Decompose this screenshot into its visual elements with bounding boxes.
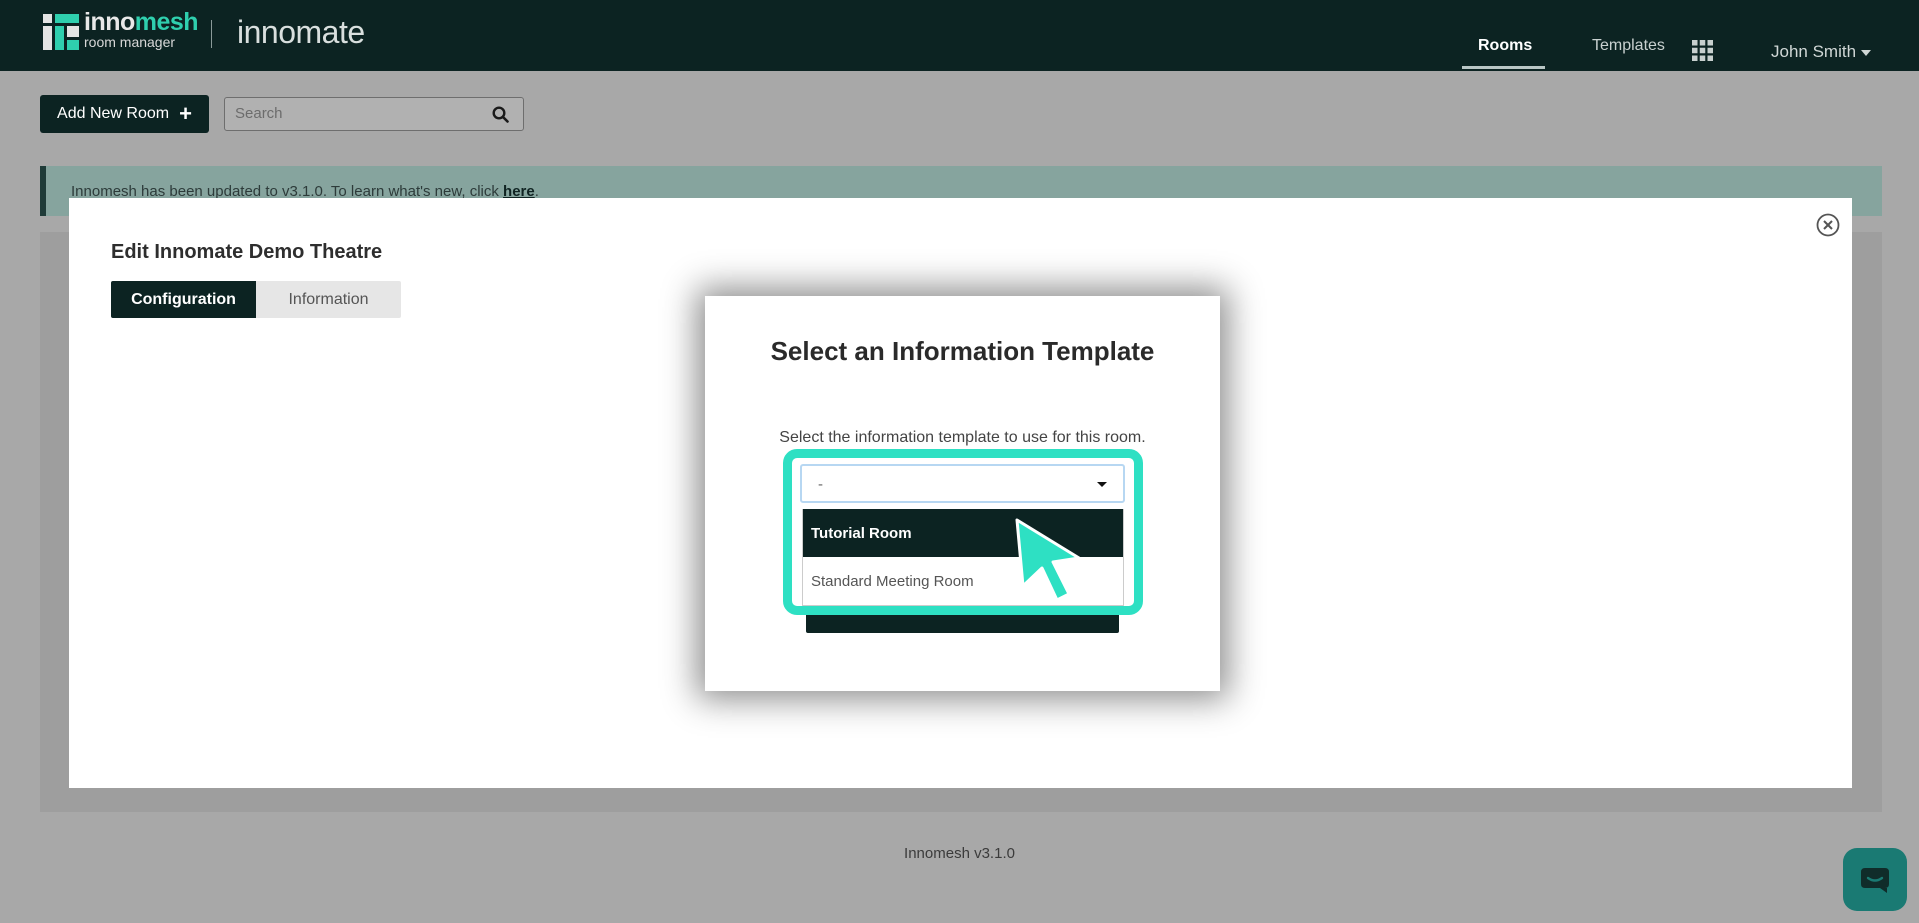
tutorial-cursor-icon xyxy=(1015,518,1081,602)
user-menu[interactable]: John Smith xyxy=(1771,42,1872,62)
nav-rooms[interactable]: Rooms xyxy=(1478,37,1532,55)
logo-brand-part2: mesh xyxy=(134,8,199,36)
nav-templates[interactable]: Templates xyxy=(1592,37,1665,55)
add-new-room-button[interactable]: Add New Room + xyxy=(40,95,209,133)
dialog-title: Select an Information Template xyxy=(770,336,1155,366)
user-name: John Smith xyxy=(1771,42,1857,61)
close-icon[interactable] xyxy=(1816,213,1840,237)
tutorial-highlight-ring xyxy=(783,449,1143,615)
logo-brand-part1: inno xyxy=(84,8,135,36)
edit-modal-title: Edit Innomate Demo Theatre xyxy=(111,241,383,263)
apps-grid-icon[interactable] xyxy=(1692,40,1713,61)
logo-divider xyxy=(211,20,212,48)
plus-icon: + xyxy=(179,101,192,126)
chat-bubble-icon xyxy=(1861,868,1889,893)
top-nav-bar: innomesh room manager innomate Rooms Tem… xyxy=(0,0,1919,71)
add-room-label: Add New Room xyxy=(57,105,170,122)
nav-active-indicator xyxy=(1462,66,1545,69)
search-placeholder: Search xyxy=(235,105,283,122)
chevron-down-icon xyxy=(1861,49,1872,56)
innomesh-logo[interactable]: innomesh room manager xyxy=(84,8,199,50)
logo-subtitle: room manager xyxy=(84,34,176,50)
search-input[interactable]: Search xyxy=(224,97,524,131)
chat-support-button[interactable] xyxy=(1843,848,1907,911)
footer-version: Innomesh v3.1.0 xyxy=(904,845,1015,862)
innomesh-logo-icon xyxy=(43,14,79,50)
tab-configuration[interactable]: Configuration xyxy=(111,281,256,318)
product-name: innomate xyxy=(237,14,365,50)
dialog-description: Select the information template to use f… xyxy=(779,429,1146,446)
edit-modal-tabs: Configuration Information xyxy=(111,281,401,318)
select-template-dialog: Select an Information Template Select th… xyxy=(705,296,1220,691)
tab-information[interactable]: Information xyxy=(256,281,401,318)
search-icon[interactable] xyxy=(492,106,509,123)
